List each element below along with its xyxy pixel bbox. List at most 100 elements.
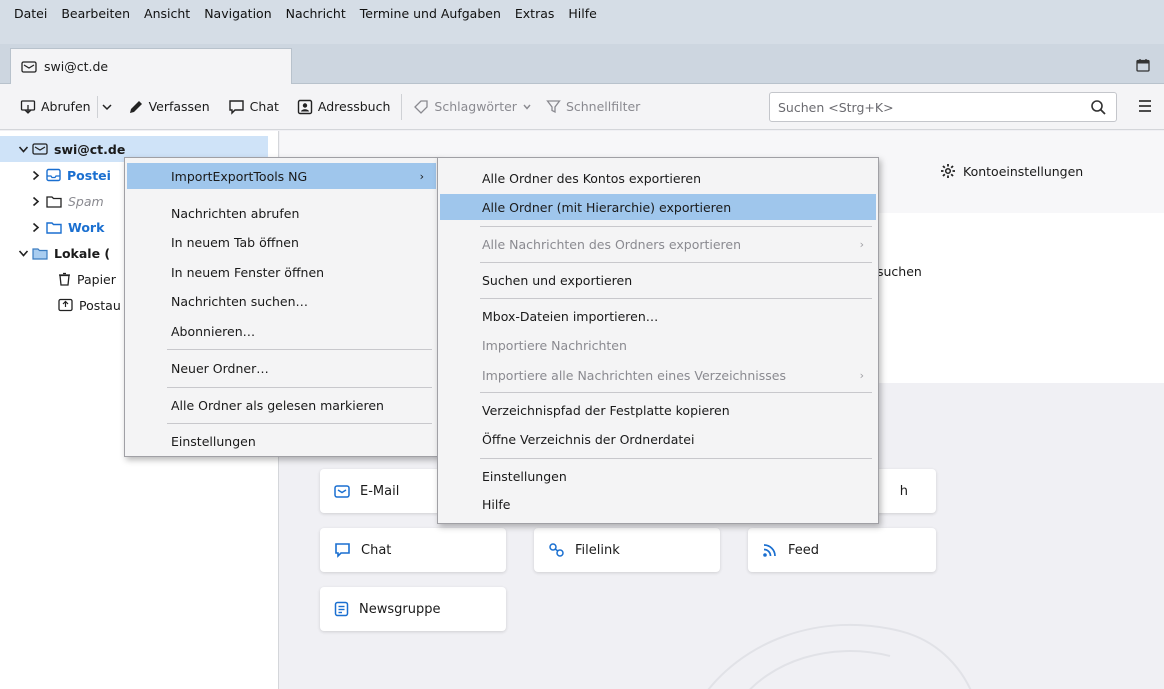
menu-extras[interactable]: Extras [508, 4, 562, 24]
app-menu-icon[interactable] [1138, 99, 1152, 113]
rss-feed-icon [762, 542, 778, 558]
menu-separator [167, 387, 432, 388]
folder-label: swi@ct.de [54, 141, 126, 157]
inbox-icon [46, 168, 61, 182]
search-placeholder: Suchen <Strg+K> [778, 99, 894, 115]
submenu-export-folders-hierarchy[interactable]: Alle Ordner (mit Hierarchie) exportieren [440, 194, 876, 220]
card-label: h [899, 483, 908, 499]
menu-bar: Datei Bearbeiten Ansicht Navigation Nach… [0, 0, 1164, 44]
folder-label: Spam [68, 193, 104, 209]
chat-button[interactable]: Chat [222, 92, 285, 122]
menu-termine-und-aufgaben[interactable]: Termine und Aufgaben [353, 4, 508, 24]
tab-account[interactable]: swi@ct.de [10, 48, 292, 84]
quick-filter-label: Schnellfilter [565, 99, 641, 114]
local-folder-icon [32, 247, 48, 260]
folder-icon [46, 221, 62, 234]
calendar-icon[interactable] [1136, 58, 1150, 72]
folder-icon [46, 195, 62, 208]
chevron-right-icon[interactable] [28, 222, 42, 233]
menu-item-open-new-tab[interactable]: In neuem Tab öffnen [127, 229, 436, 255]
tab-strip: swi@ct.de [0, 44, 1164, 84]
chat-icon [334, 542, 351, 558]
menu-item-new-folder[interactable]: Neuer Ordner… [127, 355, 436, 381]
submenu-settings[interactable]: Einstellungen [440, 463, 876, 489]
menu-bearbeiten[interactable]: Bearbeiten [54, 4, 137, 24]
download-icon [20, 99, 36, 115]
quick-filter-button[interactable]: Schnellfilter [540, 92, 646, 122]
tags-button[interactable]: Schlagwörter [407, 92, 538, 122]
folder-label: Papier [77, 271, 116, 287]
setup-filelink-card[interactable]: Filelink [534, 528, 720, 572]
submenu-export-folder-messages[interactable]: Alle Nachrichten des Ordners exportieren… [440, 231, 876, 257]
submenu-export-all-folders[interactable]: Alle Ordner des Kontos exportieren [440, 165, 876, 191]
submenu-import-mbox[interactable]: Mbox-Dateien importieren… [440, 303, 876, 329]
compose-label: Verfassen [148, 99, 210, 114]
pencil-icon [128, 99, 144, 115]
search-input[interactable]: Suchen <Strg+K> [769, 92, 1117, 122]
menu-item-open-new-window[interactable]: In neuem Fenster öffnen [127, 259, 436, 285]
menu-navigation[interactable]: Navigation [197, 4, 278, 24]
main-toolbar: Abrufen Verfassen Chat Adressbuch Schlag… [0, 84, 1164, 130]
background-logo [707, 623, 972, 689]
importexport-submenu: Alle Ordner des Kontos exportieren Alle … [437, 157, 879, 524]
toolbar-separator [401, 93, 403, 120]
chevron-down-icon [101, 101, 113, 113]
menu-separator [480, 298, 872, 299]
folder-label: Postei [67, 167, 111, 183]
account-mail-icon [32, 142, 48, 156]
email-icon [334, 484, 350, 499]
get-messages-dropdown[interactable] [96, 95, 116, 118]
chevron-down-icon [522, 102, 532, 112]
account-mail-icon [21, 60, 37, 74]
menu-datei[interactable]: Datei [0, 4, 54, 24]
trash-icon [58, 272, 71, 286]
card-label: Filelink [575, 542, 620, 558]
address-book-icon [297, 99, 313, 115]
tag-icon [413, 99, 429, 115]
folder-label: Lokale ( [54, 245, 111, 261]
menu-separator [480, 392, 872, 393]
setup-newsgroup-card[interactable]: Newsgruppe [320, 587, 506, 631]
menu-separator [480, 226, 872, 227]
menu-ansicht[interactable]: Ansicht [137, 4, 197, 24]
account-settings-link[interactable]: Kontoeinstellungen [940, 163, 1083, 179]
menu-item-subscribe[interactable]: Abonnieren… [127, 318, 436, 344]
tags-label: Schlagwörter [434, 99, 517, 114]
menu-hilfe[interactable]: Hilfe [561, 4, 603, 24]
chevron-down-icon[interactable] [16, 144, 30, 155]
setup-chat-card[interactable]: Chat [320, 528, 506, 572]
get-messages-button[interactable]: Abrufen [14, 92, 97, 122]
menu-item-search-messages[interactable]: Nachrichten suchen… [127, 288, 436, 314]
folder-label: Postau [79, 297, 121, 313]
newsgroup-icon [334, 601, 349, 617]
submenu-help[interactable]: Hilfe [440, 491, 876, 517]
chevron-right-icon: › [419, 170, 424, 183]
menu-separator [167, 349, 432, 350]
menu-item-get-messages[interactable]: Nachrichten abrufen [127, 200, 436, 226]
menu-item-settings[interactable]: Einstellungen [127, 428, 436, 454]
submenu-copy-folder-path[interactable]: Verzeichnispfad der Festplatte kopieren [440, 397, 876, 423]
chevron-down-icon[interactable] [16, 248, 30, 259]
menu-item-mark-all-read[interactable]: Alle Ordner als gelesen markieren [127, 392, 436, 418]
outbox-icon [58, 298, 73, 312]
compose-button[interactable]: Verfassen [122, 92, 216, 122]
chevron-right-icon[interactable] [28, 170, 42, 181]
address-book-button[interactable]: Adressbuch [291, 92, 397, 122]
menu-nachricht[interactable]: Nachricht [279, 4, 353, 24]
setup-feed-card[interactable]: Feed [748, 528, 936, 572]
menu-separator [167, 423, 432, 424]
address-book-label: Adressbuch [317, 99, 391, 114]
card-label: Newsgruppe [359, 601, 441, 617]
card-label: E-Mail [360, 483, 400, 499]
chevron-right-icon[interactable] [28, 196, 42, 207]
menu-item-importexporttools[interactable]: ImportExportTools NG › [127, 163, 436, 189]
card-label: Feed [788, 542, 820, 558]
search-icon[interactable] [1090, 99, 1107, 119]
get-messages-label: Abrufen [41, 99, 91, 114]
submenu-search-and-export[interactable]: Suchen und exportieren [440, 267, 876, 293]
folder-label: Work [68, 219, 105, 235]
submenu-import-directory[interactable]: Importiere alle Nachrichten eines Verzei… [440, 362, 876, 388]
search-messages-link[interactable]: suchen [877, 264, 922, 279]
submenu-import-messages[interactable]: Importiere Nachrichten [440, 332, 876, 358]
submenu-open-folder-directory[interactable]: Öffne Verzeichnis der Ordnerdatei [440, 426, 876, 452]
